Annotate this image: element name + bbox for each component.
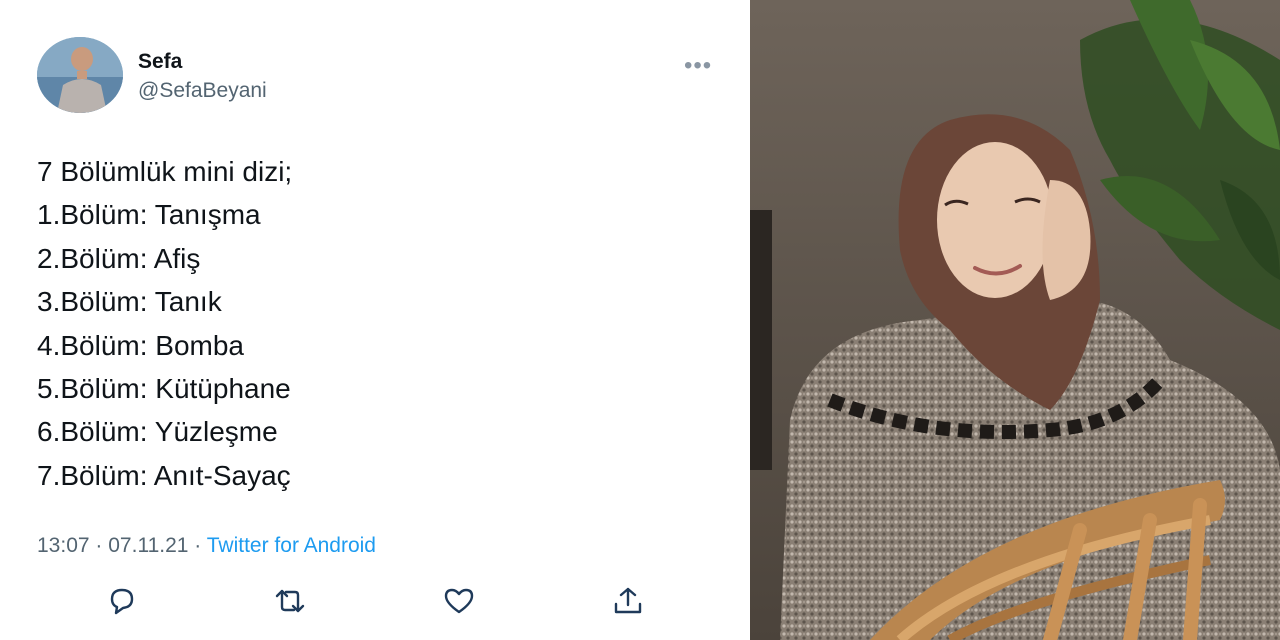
photo-illustration — [750, 0, 1280, 640]
tweet-line: 7 Bölümlük mini dizi; — [37, 156, 293, 187]
reply-button[interactable] — [104, 585, 140, 617]
tweet-line: 1.Bölüm: Tanışma — [37, 199, 261, 231]
tweet-meta: 13:07 · 07.11.21 · Twitter for Android — [37, 534, 376, 558]
tweet-text: 7 Bölümlük mini dizi; 1.Bölüm: Tanışma 2… — [37, 150, 292, 497]
author-handle[interactable]: @SefaBeyani — [138, 79, 267, 103]
avatar-image — [37, 37, 123, 113]
meta-separator: · — [95, 534, 103, 557]
tweet-card: Sefa @SefaBeyani ••• 7 Bölümlük mini diz… — [0, 0, 750, 640]
tweet-line: 4.Bölüm: Bomba — [37, 329, 244, 361]
tweet-line: 2.Bölüm: Afiş — [37, 242, 201, 274]
share-button[interactable] — [610, 585, 646, 617]
retweet-button[interactable] — [272, 585, 308, 617]
more-options-icon[interactable]: ••• — [684, 52, 712, 80]
retweet-icon — [275, 589, 305, 613]
author-name[interactable]: Sefa — [138, 50, 182, 74]
avatar[interactable] — [37, 37, 123, 113]
like-icon — [444, 588, 474, 614]
tweet-date[interactable]: 07.11.21 — [108, 534, 188, 557]
share-icon — [614, 587, 642, 614]
tweet-line: 3.Bölüm: Tanık — [37, 286, 222, 318]
tweet-line: 5.Bölüm: Kütüphane — [37, 373, 291, 405]
reply-icon — [110, 588, 134, 615]
meta-separator: · — [194, 534, 202, 557]
tweet-time[interactable]: 13:07 — [37, 534, 90, 557]
tweet-line: 6.Bölüm: Yüzleşme — [37, 416, 278, 448]
tweet-line: 7.Bölüm: Anıt-Sayaç — [37, 459, 291, 491]
like-button[interactable] — [441, 585, 477, 617]
tweet-source-link[interactable]: Twitter for Android — [207, 534, 376, 557]
portrait-photo — [750, 0, 1280, 640]
